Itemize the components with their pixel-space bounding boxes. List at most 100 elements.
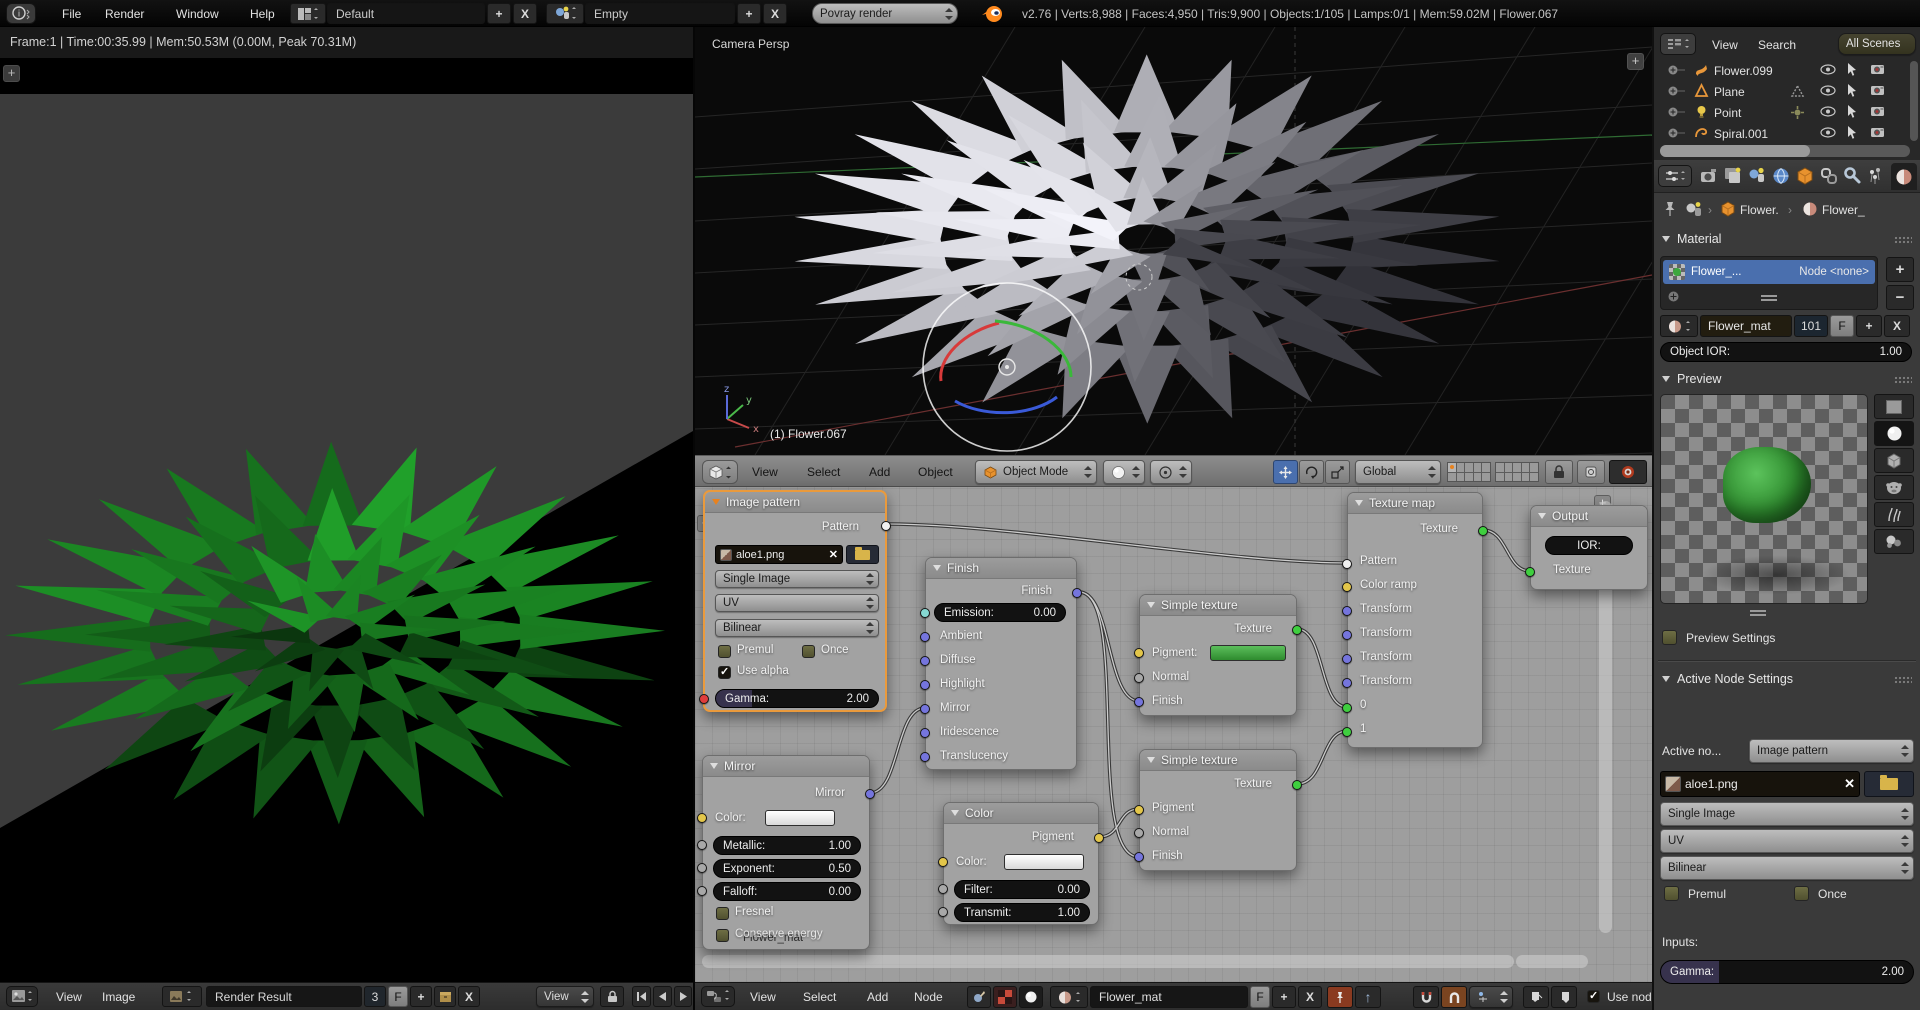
panel-collapse-icon[interactable] bbox=[1662, 676, 1670, 682]
socket-finish-input[interactable] bbox=[1134, 697, 1144, 707]
visibility-eye-icon[interactable] bbox=[1820, 127, 1836, 138]
editor-type-image-button[interactable] bbox=[6, 986, 38, 1007]
socket-exponent-input[interactable] bbox=[697, 863, 707, 873]
layer-cell[interactable] bbox=[1457, 463, 1465, 472]
scene-breadcrumb-icon[interactable] bbox=[1684, 200, 1704, 218]
image-source-dropdown[interactable]: Single Image bbox=[1660, 802, 1914, 826]
copy-node-button[interactable] bbox=[1523, 986, 1549, 1008]
layer-cell[interactable] bbox=[1505, 463, 1513, 472]
pack-image-button[interactable] bbox=[434, 986, 456, 1007]
renderable-camera-icon[interactable] bbox=[1870, 63, 1886, 75]
menu-view[interactable]: View bbox=[752, 465, 778, 479]
editor-type-properties-button[interactable] bbox=[1658, 165, 1692, 187]
socket-1-input[interactable] bbox=[1342, 727, 1352, 737]
use-nodes-checkbox[interactable] bbox=[1587, 990, 1600, 1003]
image-browse-button[interactable] bbox=[162, 986, 202, 1007]
collapse-icon[interactable] bbox=[1355, 500, 1363, 506]
unlink-material-button[interactable]: X bbox=[1884, 315, 1910, 337]
socket-texture-input[interactable] bbox=[1525, 567, 1535, 577]
material-browse-button[interactable] bbox=[1050, 986, 1088, 1008]
scene-icon-button[interactable] bbox=[546, 3, 584, 24]
tree-type-povray-button[interactable] bbox=[1019, 986, 1043, 1008]
socket-diffuse-input[interactable] bbox=[920, 656, 930, 666]
remove-material-slot-button[interactable]: − bbox=[1886, 285, 1914, 310]
object-name[interactable]: Point bbox=[1714, 106, 1741, 120]
interpolation-dropdown[interactable]: Bilinear bbox=[1660, 856, 1914, 880]
pin-icon[interactable] bbox=[1662, 200, 1678, 218]
panel-drag-grip[interactable] bbox=[1894, 376, 1912, 384]
node-output[interactable]: Output IOR: Texture bbox=[1530, 505, 1648, 590]
renderable-camera-icon[interactable] bbox=[1870, 84, 1886, 96]
panel-collapse-icon[interactable] bbox=[1662, 376, 1670, 382]
tree-type-shader-button[interactable] bbox=[967, 986, 991, 1008]
prev-frame-button[interactable] bbox=[653, 986, 672, 1007]
socket-mirror-output[interactable] bbox=[865, 789, 875, 799]
preview-sphere-button[interactable] bbox=[1874, 421, 1914, 446]
preview-panel-header[interactable]: Preview bbox=[1662, 372, 1721, 386]
socket-normal-input[interactable] bbox=[1134, 828, 1144, 838]
material-breadcrumb-icon[interactable] bbox=[1802, 201, 1818, 217]
mapping-dropdown[interactable]: UV bbox=[1660, 829, 1914, 853]
layers-grid-1[interactable] bbox=[1447, 462, 1491, 482]
breadcrumb-object[interactable]: Flower. bbox=[1740, 203, 1779, 217]
pigment-swatch[interactable] bbox=[1210, 645, 1286, 661]
collapse-icon[interactable] bbox=[712, 499, 720, 505]
layer-cell[interactable] bbox=[1457, 473, 1465, 482]
node-simple-texture-1[interactable]: Simple texture Texture Pigment: Normal F… bbox=[1139, 594, 1297, 716]
image-users-button[interactable]: 3 bbox=[364, 986, 386, 1007]
socket-ambient-input[interactable] bbox=[920, 632, 930, 642]
preview-hair-button[interactable] bbox=[1874, 502, 1914, 527]
layer-cell[interactable] bbox=[1474, 473, 1482, 482]
tab-render-layers[interactable] bbox=[1723, 166, 1743, 191]
interaction-mode-dropdown[interactable]: Object Mode bbox=[975, 460, 1097, 484]
expand-icon[interactable] bbox=[1666, 126, 1696, 141]
layer-cell[interactable] bbox=[1465, 473, 1473, 482]
tab-particles[interactable] bbox=[1867, 166, 1887, 191]
tab-scene[interactable] bbox=[1747, 166, 1767, 191]
collapse-icon[interactable] bbox=[1147, 757, 1155, 763]
close-scene-button[interactable]: X bbox=[763, 3, 787, 24]
socket-texture-output[interactable] bbox=[1292, 625, 1302, 635]
node-header[interactable]: Texture map bbox=[1348, 493, 1482, 514]
node-image-pattern[interactable]: Image pattern Pattern aloe1.png✕ Single … bbox=[703, 490, 887, 712]
falloff-slider[interactable]: Falloff:0.00 bbox=[713, 882, 861, 901]
material-name-field[interactable]: Flower_mat bbox=[1090, 986, 1248, 1008]
material-name-field[interactable]: Flower_mat bbox=[1700, 315, 1792, 337]
viewport-3d[interactable]: xyz Camera Persp (1) Flower.067 + bbox=[695, 27, 1652, 455]
menu-add[interactable]: Add bbox=[869, 465, 890, 479]
scene-name-field[interactable]: Empty bbox=[585, 3, 735, 24]
layers-grid-2[interactable] bbox=[1495, 462, 1539, 482]
visibility-eye-icon[interactable] bbox=[1820, 64, 1836, 75]
slot-expand-icon[interactable] bbox=[1667, 290, 1680, 303]
tab-render[interactable] bbox=[1699, 166, 1719, 191]
breadcrumb-material[interactable]: Flower_ bbox=[1822, 203, 1865, 217]
premul-checkbox[interactable] bbox=[1664, 886, 1679, 901]
socket-pattern-input[interactable] bbox=[1342, 559, 1352, 569]
pin-button[interactable] bbox=[1327, 986, 1353, 1008]
image-source-dropdown[interactable]: Single Image bbox=[715, 570, 879, 588]
expand-icon[interactable] bbox=[1666, 84, 1696, 99]
fake-user-button[interactable]: F bbox=[388, 986, 408, 1007]
menu-view[interactable]: View bbox=[1712, 38, 1738, 52]
collapse-icon[interactable] bbox=[951, 810, 959, 816]
socket-filter-input[interactable] bbox=[938, 884, 948, 894]
menu-select[interactable]: Select bbox=[807, 465, 840, 479]
mapping-dropdown[interactable]: UV bbox=[715, 594, 879, 612]
collapse-icon[interactable] bbox=[1147, 602, 1155, 608]
layer-cell[interactable] bbox=[1496, 473, 1504, 482]
node-mirror[interactable]: Mirror Mirror Color: Metallic:1.00 Expon… bbox=[702, 755, 870, 950]
renderable-camera-icon[interactable] bbox=[1870, 105, 1886, 117]
editor-type-info-button[interactable]: i bbox=[6, 3, 36, 24]
panel-collapse-icon[interactable] bbox=[1662, 236, 1670, 242]
filter-slider[interactable]: Filter:0.00 bbox=[954, 880, 1090, 899]
snap-mode-dropdown[interactable] bbox=[1469, 986, 1513, 1008]
socket-gamma-input[interactable] bbox=[699, 694, 709, 704]
render-preview-button[interactable] bbox=[1609, 460, 1647, 484]
node-color[interactable]: Color Pigment Color: Filter:0.00 Transmi… bbox=[943, 802, 1099, 925]
socket-transform-input[interactable] bbox=[1342, 678, 1352, 688]
socket-falloff-input[interactable] bbox=[697, 886, 707, 896]
add-scene-button[interactable]: + bbox=[737, 3, 761, 24]
socket-pigment-input[interactable] bbox=[1134, 805, 1144, 815]
preview-spheres-button[interactable] bbox=[1874, 529, 1914, 554]
menu-search[interactable]: Search bbox=[1758, 38, 1796, 52]
